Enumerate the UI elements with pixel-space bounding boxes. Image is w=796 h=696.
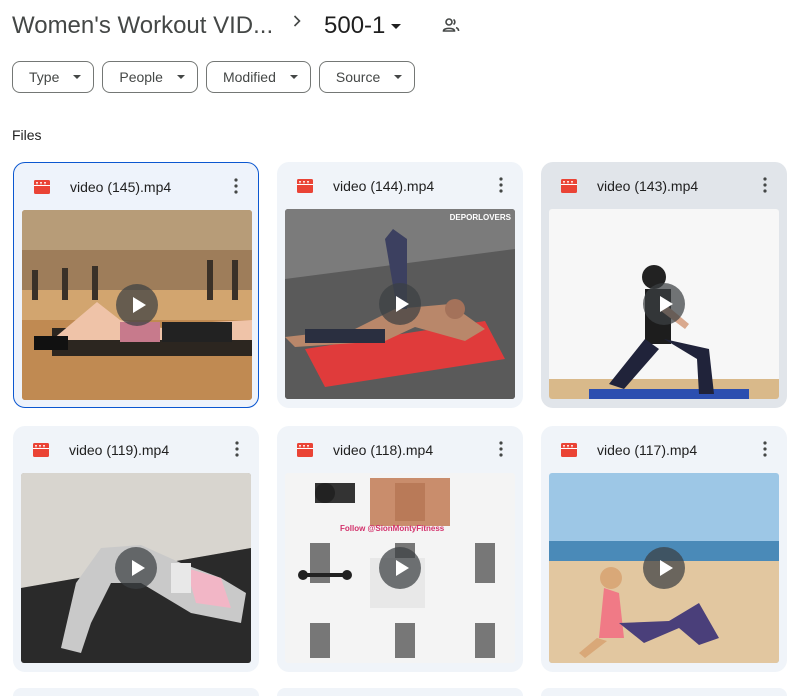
play-icon[interactable] [379,283,421,325]
caret-down-icon [394,75,403,79]
file-card[interactable]: video (145).mp4 [13,162,259,408]
caret-down-icon [391,23,402,29]
type-filter-chip[interactable]: Type [12,61,95,93]
chip-label: People [119,69,163,85]
file-card-header: video (117).mp4 [541,426,787,472]
file-card-header: video (118).mp4 [277,426,523,472]
file-card[interactable]: video (143).mp4 [541,162,787,408]
video-file-icon [297,179,313,193]
files-section-label: Files [12,127,42,143]
file-name: video (143).mp4 [597,178,699,194]
file-card-partial[interactable] [13,688,259,696]
video-thumbnail[interactable] [549,209,779,399]
file-name: video (118).mp4 [333,442,434,458]
people-icon[interactable] [441,15,461,35]
current-folder-label: 500-1 [324,12,386,39]
file-card-header: video (144).mp4 [277,162,523,208]
file-name: video (145).mp4 [70,179,172,195]
modified-filter-chip[interactable]: Modified [205,61,311,93]
file-name: video (144).mp4 [333,178,435,194]
video-file-icon [33,443,49,457]
current-folder-button[interactable]: 500-1 [324,6,402,46]
play-icon[interactable] [643,547,685,589]
video-file-icon [34,180,50,194]
video-file-icon [561,179,577,193]
video-thumbnail[interactable]: DEPORLOVERS [285,209,515,399]
file-name: video (119).mp4 [69,442,170,458]
caret-down-icon [73,75,82,79]
source-filter-chip[interactable]: Source [318,61,416,93]
file-card[interactable]: video (117).mp4 [541,426,787,672]
chevron-right-icon [293,15,301,27]
filter-chips: Type People Modified Source [12,61,416,93]
play-icon[interactable] [116,284,158,326]
video-thumbnail[interactable] [22,210,252,400]
video-file-icon [297,443,313,457]
more-options-icon[interactable] [225,437,249,461]
more-options-icon[interactable] [489,173,513,197]
file-card[interactable]: video (144).mp4 DEPORLOVERS [277,162,523,408]
file-name: video (117).mp4 [597,442,698,458]
file-card-partial[interactable] [541,688,787,696]
chip-label: Modified [222,69,276,85]
breadcrumb-parent-folder[interactable]: Women's Workout VID... [12,12,273,40]
video-thumbnail[interactable] [549,473,779,663]
play-icon[interactable] [643,283,685,325]
video-overlay-text: Follow @SionMontyFitness [340,524,445,533]
video-thumbnail[interactable] [21,473,251,663]
chip-label: Source [335,69,381,85]
chip-label: Type [29,69,60,85]
video-watermark: DEPORLOVERS [449,213,511,222]
play-icon[interactable] [115,547,157,589]
file-card[interactable]: video (119).mp4 [13,426,259,672]
file-card-header: video (143).mp4 [541,162,787,208]
video-file-icon [561,443,577,457]
file-card[interactable]: video (118).mp4 Follow @SionMontyFitness [277,426,523,672]
more-options-icon[interactable] [489,437,513,461]
more-options-icon[interactable] [753,173,777,197]
file-card-header: video (145).mp4 [14,163,258,209]
caret-down-icon [289,75,298,79]
breadcrumb: Women's Workout VID... [12,6,273,46]
people-filter-chip[interactable]: People [102,61,198,93]
file-card-partial[interactable] [277,688,523,696]
more-options-icon[interactable] [753,437,777,461]
caret-down-icon [176,75,185,79]
more-options-icon[interactable] [224,174,248,198]
video-thumbnail[interactable]: Follow @SionMontyFitness [285,473,515,663]
play-icon[interactable] [379,547,421,589]
file-card-header: video (119).mp4 [13,426,259,472]
